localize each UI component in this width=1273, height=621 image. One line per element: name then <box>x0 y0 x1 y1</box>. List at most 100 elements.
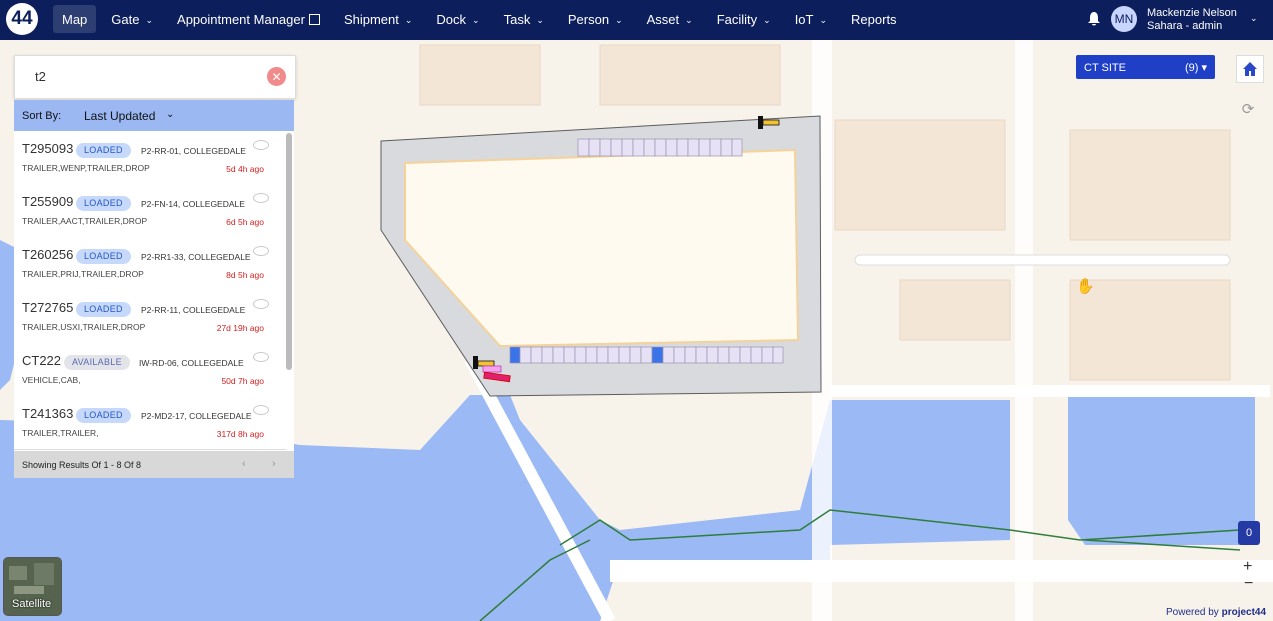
list-item[interactable]: T255909 LOADED P2-FN-14, COLLEGEDALE TRA… <box>14 184 286 238</box>
asset-id: T272765 <box>22 300 74 315</box>
chevron-left-icon[interactable]: ‹ <box>242 458 246 470</box>
status-badge: LOADED <box>76 196 131 211</box>
sort-label: Sort By: <box>22 110 62 122</box>
home-icon <box>1243 62 1257 76</box>
external-link-icon <box>308 13 320 25</box>
chevron-down-icon: ⌄ <box>536 14 544 25</box>
asset-tags: TRAILER,TRAILER, <box>22 428 99 438</box>
chevron-down-icon: ⌄ <box>472 14 480 25</box>
close-icon: ✕ <box>271 69 282 84</box>
results-scrollbar[interactable] <box>286 133 292 370</box>
list-item[interactable]: CT222 AVAILABLE IW-RD-06, COLLEGEDALE VE… <box>14 343 286 397</box>
nav-shipment-label: Shipment <box>343 11 399 27</box>
nav-person-label: Person <box>567 11 610 27</box>
nav-reports[interactable]: Reports <box>842 5 906 33</box>
sort-select[interactable]: Last Updated <box>84 109 155 123</box>
nav-facility[interactable]: Facility ⌄ <box>708 5 780 33</box>
refresh-icon[interactable]: ⟳ <box>1239 100 1257 118</box>
list-item[interactable]: T272765 LOADED P2-RR-11, COLLEGEDALE TRA… <box>14 290 286 344</box>
nav-iot[interactable]: IoT ⌄ <box>786 5 836 33</box>
results-count: Showing Results Of 1 - 8 Of 8 <box>22 460 142 470</box>
powered-by-text: Powered by <box>1166 607 1219 618</box>
site-select[interactable]: CT SITE (9) ▾ <box>1076 55 1215 79</box>
nav-dock[interactable]: Dock ⌄ <box>427 5 488 33</box>
status-badge: AVAILABLE <box>64 355 130 370</box>
home-button[interactable] <box>1236 55 1264 83</box>
eye-icon[interactable] <box>253 246 269 256</box>
status-badge: LOADED <box>76 302 131 317</box>
nav-asset[interactable]: Asset ⌄ <box>638 5 702 33</box>
project44-brand[interactable]: project44 <box>1222 607 1266 618</box>
list-item[interactable]: T241363 LOADED P2-MD2-17, COLLEGEDALE TR… <box>14 396 286 450</box>
list-item[interactable]: T260256 LOADED P2-RR1-33, COLLEGEDALE TR… <box>14 237 286 291</box>
hand-cursor-icon: ✋ <box>1076 278 1095 295</box>
asset-tags: VEHICLE,CAB, <box>22 375 81 385</box>
last-updated: 5d 4h ago <box>226 164 264 174</box>
eye-icon[interactable] <box>253 140 269 150</box>
zoom-out-button[interactable]: − <box>1244 575 1253 593</box>
asset-tags: TRAILER,USXI,TRAILER,DROP <box>22 322 146 332</box>
nav-gate[interactable]: Gate ⌄ <box>102 5 162 33</box>
nav-iot-label: IoT <box>794 11 814 27</box>
last-updated: 27d 19h ago <box>216 323 264 333</box>
nav-shipment[interactable]: Shipment ⌄ <box>335 5 421 33</box>
satellite-label: Satellite <box>12 598 52 610</box>
asset-id: CT222 <box>22 353 62 368</box>
search-input[interactable] <box>33 68 267 85</box>
last-updated: 6d 5h ago <box>226 217 264 227</box>
nav-task[interactable]: Task ⌄ <box>495 5 553 33</box>
search-box: ✕ <box>14 55 296 99</box>
site-name: CT SITE <box>1084 62 1126 74</box>
list-item[interactable]: T295093 LOADED P2-RR-01, COLLEGEDALE TRA… <box>14 131 286 185</box>
top-navigation: 44 Map Gate ⌄ Appointment Manager Shipmen… <box>0 0 1273 40</box>
nav-map[interactable]: Map <box>53 5 97 33</box>
asset-id: T255909 <box>22 194 74 209</box>
nav-appointment-manager[interactable]: Appointment Manager <box>168 5 329 33</box>
chevron-down-icon: ⌄ <box>685 14 693 25</box>
map-count-badge[interactable]: 0 <box>1238 521 1260 545</box>
sort-bar: Sort By: Last Updated ⌄ <box>14 100 294 131</box>
status-badge: LOADED <box>76 143 131 158</box>
asset-tags: TRAILER,WENP,TRAILER,DROP <box>22 163 150 173</box>
eye-icon[interactable] <box>253 299 269 309</box>
asset-id: T260256 <box>22 247 74 262</box>
nav-dock-label: Dock <box>436 11 467 27</box>
asset-location: P2-RR1-33, COLLEGEDALE <box>141 252 251 262</box>
nav-menu: Map Gate ⌄ Appointment Manager Shipment ⌄ … <box>53 5 912 33</box>
eye-icon[interactable] <box>253 405 269 415</box>
asset-location: P2-MD2-17, COLLEGEDALE <box>141 411 252 421</box>
zoom-in-button[interactable]: + <box>1243 558 1252 576</box>
asset-id: T295093 <box>22 141 74 156</box>
nav-facility-label: Facility <box>716 11 758 27</box>
chevron-down-icon[interactable]: ⌄ <box>166 109 174 120</box>
last-updated: 8d 5h ago <box>226 270 264 280</box>
bell-icon[interactable] <box>1086 11 1102 27</box>
chevron-down-icon: ⌄ <box>145 14 154 25</box>
chevron-down-icon: ⌄ <box>615 14 623 25</box>
nav-reports-label: Reports <box>851 11 897 27</box>
nav-task-label: Task <box>503 11 531 27</box>
chevron-down-icon: ⌄ <box>404 14 413 25</box>
eye-icon[interactable] <box>253 352 269 362</box>
project44-logo[interactable]: 44 <box>6 3 38 35</box>
last-updated: 317d 8h ago <box>216 429 264 439</box>
site-count: (9) ▾ <box>1185 62 1208 74</box>
nav-person[interactable]: Person ⌄ <box>559 5 632 33</box>
asset-id: T241363 <box>22 406 74 421</box>
chevron-down-icon: ⌄ <box>819 14 828 25</box>
powered-by: Powered by project44 <box>1166 607 1266 618</box>
satellite-toggle[interactable]: Satellite <box>3 557 62 616</box>
user-name[interactable]: Mackenzie Nelson <box>1147 7 1237 20</box>
asset-location: P2-FN-14, COLLEGEDALE <box>141 199 245 209</box>
results-list: T295093 LOADED P2-RR-01, COLLEGEDALE TRA… <box>14 131 294 451</box>
clear-search-button[interactable]: ✕ <box>267 67 286 86</box>
chevron-down-icon[interactable]: ⌄ <box>1250 13 1258 24</box>
avatar[interactable]: MN <box>1111 6 1137 32</box>
last-updated: 50d 7h ago <box>221 376 264 386</box>
eye-icon[interactable] <box>253 193 269 203</box>
chevron-right-icon[interactable]: › <box>272 458 276 470</box>
asset-tags: TRAILER,AACT,TRAILER,DROP <box>22 216 148 226</box>
results-footer: Showing Results Of 1 - 8 Of 8 ‹ › <box>14 451 294 478</box>
chevron-down-icon: ⌄ <box>763 14 771 25</box>
nav-appointment-manager-label: Appointment Manager <box>177 11 305 27</box>
